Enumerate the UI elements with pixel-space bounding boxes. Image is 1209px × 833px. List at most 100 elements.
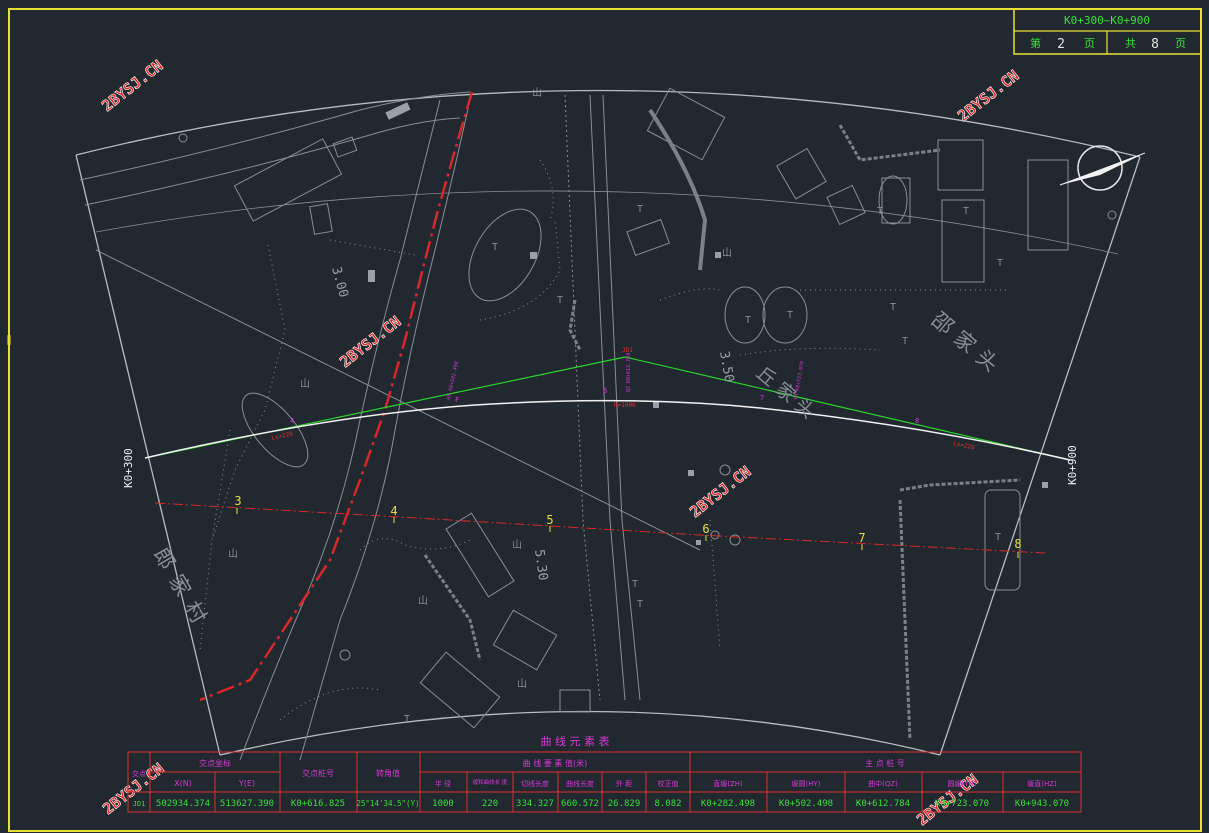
hy-rot-label: HY K0+502.498 bbox=[446, 361, 460, 401]
th-main-points: 主 点 桩 号 bbox=[865, 758, 905, 768]
th-coords: 交点坐标 bbox=[199, 758, 231, 768]
page-prefix: 第 bbox=[1030, 36, 1041, 50]
th-jd: 交点 bbox=[132, 769, 146, 778]
station-tick-5: 5 bbox=[546, 513, 553, 527]
total-prefix: 共 bbox=[1125, 37, 1136, 50]
terrain-features bbox=[79, 87, 1117, 761]
end-station-label: K0+900 bbox=[1066, 445, 1079, 485]
start-station-label: K0+300 bbox=[122, 448, 135, 488]
stationing-line bbox=[154, 502, 1046, 554]
th-x: X(N) bbox=[174, 779, 192, 788]
svg-text:T: T bbox=[637, 599, 643, 610]
svg-text:T: T bbox=[404, 714, 410, 725]
svg-text:T: T bbox=[902, 336, 908, 347]
svg-text:山: 山 bbox=[517, 678, 527, 690]
td-jd: JD1 bbox=[133, 800, 146, 808]
svg-text:T: T bbox=[890, 302, 896, 313]
ls-left-label: Ls=220 bbox=[271, 431, 294, 442]
th-radius: 半 径 bbox=[435, 779, 451, 788]
station-tick-6: 6 bbox=[702, 522, 709, 536]
svg-text:2BYSJ.CN: 2BYSJ.CN bbox=[99, 759, 167, 818]
svg-text:T: T bbox=[787, 310, 793, 321]
td-external: 26.829 bbox=[608, 799, 641, 809]
td-radius: 1000 bbox=[432, 799, 454, 809]
td-qz: K0+612.784 bbox=[856, 799, 910, 809]
svg-text:T: T bbox=[997, 258, 1003, 269]
svg-text:T: T bbox=[877, 206, 883, 217]
svg-text:山: 山 bbox=[228, 548, 238, 560]
svg-text:T: T bbox=[745, 315, 751, 326]
plan-drawing: K0+300~K0+900 第 2 页 共 8 页 山山T T山T TT T T… bbox=[7, 8, 1202, 832]
svg-text:T: T bbox=[557, 295, 563, 306]
radius-label: R=1000 bbox=[614, 402, 636, 409]
station-tick-3: 3 bbox=[234, 494, 241, 508]
total-unit: 页 bbox=[1175, 37, 1186, 50]
th-zh: 直缓(ZH) bbox=[713, 779, 743, 788]
watermarks: 2BYSJ.CN 2BYSJ.CN 2BYSJ.CN 2BYSJ.CN 2BYS… bbox=[98, 56, 1023, 829]
mag-label-4: 8 bbox=[915, 417, 919, 425]
svg-text:T: T bbox=[637, 204, 643, 215]
curve-elements-table: 曲 线 元 素 表 交点 交点坐标 X(N) Y(E) 交点桩号 转角值 曲 线… bbox=[127, 734, 1082, 813]
station-range-label: K0+300~K0+900 bbox=[1064, 14, 1150, 27]
svg-text:山: 山 bbox=[300, 378, 310, 390]
svg-text:山: 山 bbox=[418, 595, 428, 607]
station-tick-7: 7 bbox=[858, 531, 865, 545]
cad-drawing-sheet: K0+300~K0+900 第 2 页 共 8 页 山 山 T T 山 T T … bbox=[0, 0, 1209, 833]
svg-text:T: T bbox=[492, 242, 498, 253]
svg-text:T: T bbox=[995, 532, 1001, 543]
station-tick-8: 8 bbox=[1014, 537, 1021, 551]
svg-text:2BYSJ.CN: 2BYSJ.CN bbox=[336, 312, 404, 371]
td-angle: 25°14'34.5"(Y) bbox=[356, 799, 419, 808]
existing-road-red-dashed bbox=[199, 91, 474, 702]
table-title: 曲 线 元 素 表 bbox=[541, 734, 610, 748]
mag-label-5: F bbox=[455, 396, 459, 404]
td-y: 513627.390 bbox=[220, 799, 274, 809]
svg-text:山: 山 bbox=[512, 539, 522, 551]
svg-text:山: 山 bbox=[532, 87, 542, 99]
th-hz: 缓直(HZ) bbox=[1027, 779, 1057, 788]
svg-text:2BYSJ.CN: 2BYSJ.CN bbox=[954, 66, 1022, 125]
th-curve-elements: 曲 线 要 素 值(米) bbox=[523, 758, 587, 768]
th-qz: 曲中(QZ) bbox=[868, 779, 898, 788]
td-x: 502934.374 bbox=[156, 799, 210, 809]
th-angle: 转角值 bbox=[376, 768, 400, 778]
tangent-lines bbox=[144, 356, 1071, 461]
svg-text:2BYSJ.CN: 2BYSJ.CN bbox=[98, 56, 166, 115]
mag-label-2: 6 bbox=[603, 387, 607, 395]
qz-rot-label: QZ K0+612.784 bbox=[626, 353, 632, 392]
page-number: 2 bbox=[1057, 37, 1065, 52]
th-hy: 缓圆(HY) bbox=[791, 779, 820, 788]
contour-label-3: 5.30 bbox=[531, 548, 550, 581]
contour-label-1: 3.00 bbox=[328, 265, 351, 299]
td-yh: K0+723.070 bbox=[935, 799, 989, 809]
th-correction: 校正值 bbox=[658, 779, 679, 788]
total-pages: 8 bbox=[1151, 37, 1159, 52]
td-curve-len: 660.572 bbox=[561, 799, 599, 809]
station-tick-4: 4 bbox=[390, 504, 397, 518]
svg-text:T: T bbox=[632, 579, 638, 590]
ls-right-label: Ls=220 bbox=[953, 440, 976, 451]
th-curve-len: 曲线长度 bbox=[566, 779, 594, 788]
mag-label-1: 4 bbox=[290, 417, 294, 425]
td-zh: K0+282.498 bbox=[701, 799, 755, 809]
th-external: 外 距 bbox=[616, 779, 632, 788]
th-y: Y(E) bbox=[238, 779, 255, 788]
svg-text:T: T bbox=[963, 206, 969, 217]
village-label-2: 邵家头 bbox=[927, 307, 1009, 381]
td-correction: 8.082 bbox=[654, 799, 681, 809]
north-arrow-icon bbox=[1059, 145, 1146, 191]
svg-text:山: 山 bbox=[722, 247, 732, 259]
td-tangent: 334.327 bbox=[516, 799, 554, 809]
th-yh: 圆缓(YH) bbox=[947, 779, 976, 788]
page-unit: 页 bbox=[1084, 37, 1095, 50]
village-label-1: 郎家村 bbox=[149, 544, 216, 637]
td-jd-station: K0+616.825 bbox=[291, 799, 345, 809]
th-ls: 缓和曲线长 度 bbox=[473, 778, 508, 786]
td-hy: K0+502.498 bbox=[779, 799, 833, 809]
mag-label-3: 7 bbox=[760, 394, 764, 402]
th-jd-station: 交点桩号 bbox=[302, 768, 334, 778]
td-ls: 220 bbox=[482, 799, 498, 809]
td-hz: K0+943.070 bbox=[1015, 799, 1069, 809]
th-tangent: 切线长度 bbox=[521, 779, 549, 788]
title-block: K0+300~K0+900 第 2 页 共 8 页 bbox=[1013, 8, 1202, 55]
